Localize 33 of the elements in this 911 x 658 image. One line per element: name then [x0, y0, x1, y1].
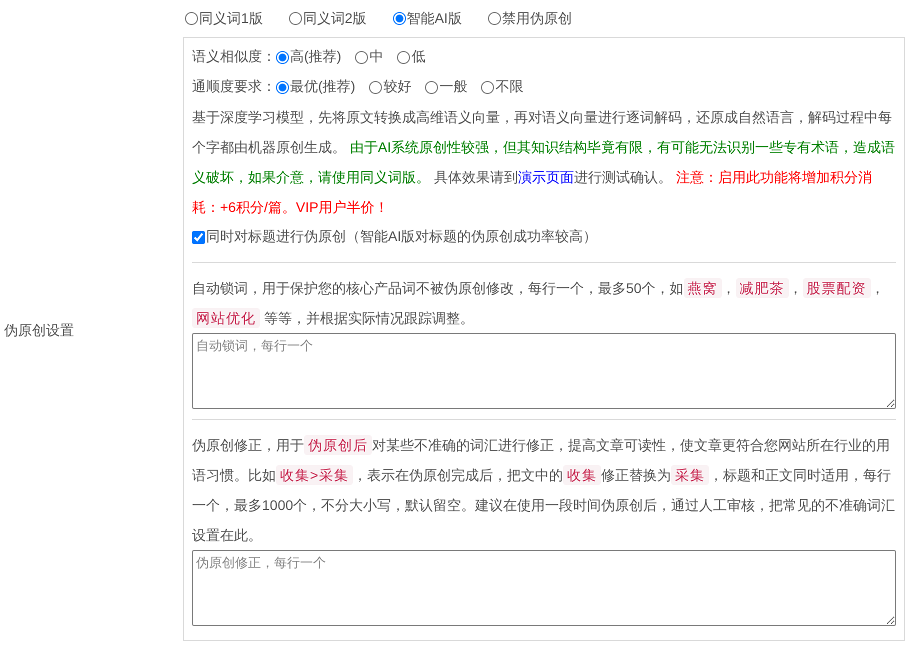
radio-button[interactable]: [488, 12, 501, 25]
radio-button[interactable]: [425, 80, 438, 94]
description-text: 基于深度学习模型，先将原文转换成高维语义向量，再对语义向量进行逐词解码，还原成自然语言，解码过程中每个字都由机器原创生成。 由于AI系统原创性较强，但其知识结构毕竟有限，有可能无法识别一些专有术语，造成语义破坏，如果介意，请使用同义词版。 具体效果请到演示页面进行测试确认。 注意：启用此功能将增加积分消耗：+6积分/篇。VIP用户半价！: [192, 108, 896, 217]
radio-label: 较好: [383, 78, 412, 96]
radio-label: 高(推荐): [290, 48, 342, 66]
radio-button[interactable]: [392, 12, 406, 25]
description-text: 自动锁词，用于保护您的核心产品词不被伪原创修改，每行一个，最多50个，如 燕窝 ， 减肥茶 ， 股票配资 ， 网站优化 等等，并根据实际情况跟踪调整。: [192, 277, 886, 330]
radio-label: 中: [369, 48, 384, 66]
field-label: 语义相似度：: [192, 48, 276, 66]
radio-button[interactable]: [397, 50, 410, 64]
radio-label: 智能AI版: [406, 10, 462, 28]
checkbox[interactable]: [192, 230, 205, 244]
checkbox-label: 同时对标题进行伪原创（智能AI版对标题的伪原创成功率较高）: [206, 228, 598, 246]
input-field[interactable]: 伪原创修正，每行一个: [192, 550, 896, 626]
description-text: 伪原创修正，用于 伪原创后 对某些不准确的词汇进行修正，提高文章可读性，使文章更符合您网站所在行业的用语习惯。比如 收集>采集 ，表示在伪原创完成后，把文中的 收集 修正替换为 采集 ，标题和正文同时适用，每行一个，最多1000个，不分大小写，默认留空。建议在使用一段时间伪原创后，通过人工审核，把常见的不准确词汇设置在此。: [192, 434, 896, 545]
radio-label: 同义词2版: [302, 10, 367, 28]
radio-button[interactable]: [288, 12, 302, 25]
radio-label: 同义词1版: [199, 10, 263, 28]
radio-button[interactable]: [355, 50, 368, 64]
radio-button[interactable]: [481, 80, 494, 94]
radio-label: 不限: [495, 78, 524, 96]
section-label: 伪原创设置: [3, 322, 74, 340]
demo-page-link[interactable]: 演示页面: [518, 169, 574, 185]
radio-button[interactable]: [276, 50, 289, 64]
input-field[interactable]: 自动锁词，每行一个: [192, 333, 896, 409]
radio-button[interactable]: [369, 80, 382, 94]
radio-label: 一般: [439, 78, 468, 96]
field-label: 通顺度要求：: [192, 78, 276, 96]
radio-label: 最优(推荐): [290, 78, 356, 96]
radio-label: 低: [411, 48, 426, 66]
radio-label: 禁用伪原创: [502, 10, 572, 28]
radio-button[interactable]: [276, 80, 289, 94]
radio-button[interactable]: [185, 12, 198, 25]
